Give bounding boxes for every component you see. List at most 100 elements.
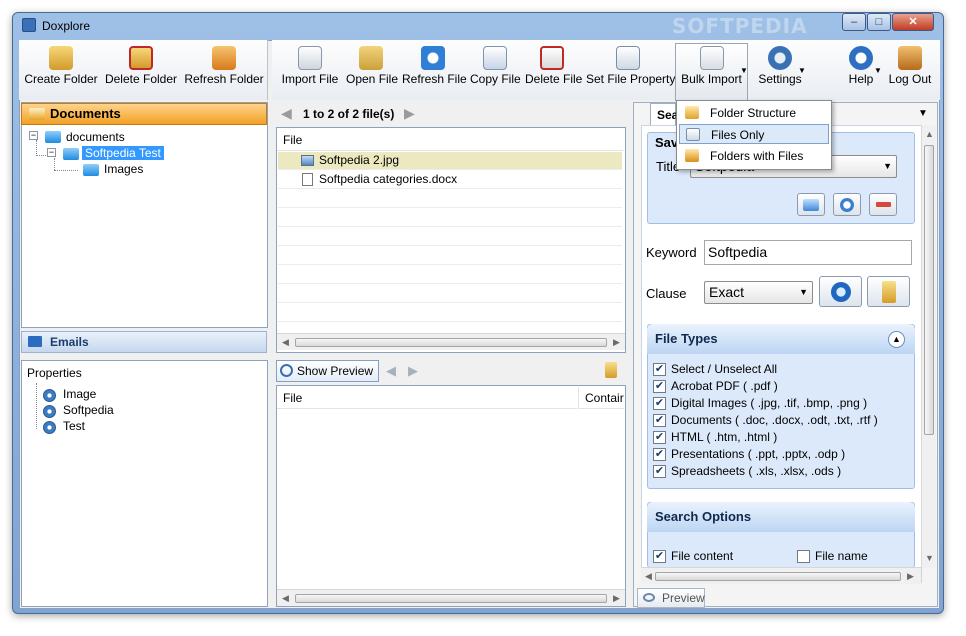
table-row[interactable]: Softpedia categories.docx — [278, 171, 622, 189]
checkbox-label: HTML ( .htm, .html ) — [671, 430, 778, 444]
scroll-right-icon[interactable]: ▶ — [907, 571, 914, 582]
clause-label: Clause — [646, 286, 687, 301]
prev-page-icon[interactable]: ◀ — [281, 105, 292, 122]
show-preview-button[interactable]: Show Preview — [276, 360, 379, 382]
property-icon — [43, 421, 56, 434]
file-column-header[interactable]: File — [277, 129, 623, 151]
checkbox-images[interactable]: ✔ — [653, 397, 666, 410]
collapse-icon[interactable]: ▲ — [888, 331, 905, 348]
table-row — [278, 228, 622, 246]
set-file-property-icon — [616, 46, 640, 70]
checkbox-html[interactable]: ✔ — [653, 431, 666, 444]
search-options-header[interactable]: Search Options — [647, 502, 915, 532]
menu-item-files-only[interactable]: Files Only — [679, 124, 829, 144]
checkbox-spreadsheets[interactable]: ✔ — [653, 465, 666, 478]
import-file-button[interactable]: Import File — [279, 44, 341, 96]
tree-expander[interactable]: − — [29, 131, 38, 140]
image-file-icon — [301, 155, 314, 166]
delete-folder-icon — [129, 46, 153, 70]
checkbox-label: Spreadsheets ( .xls, .xlsx, .ods ) — [671, 464, 842, 478]
panel-menu-icon[interactable]: ▼ — [918, 108, 928, 119]
search-horizontal-scrollbar[interactable]: ◀ ▶ — [641, 567, 921, 584]
preview-content-column-header[interactable]: Contair — [578, 387, 624, 409]
scroll-right-icon[interactable]: ▶ — [613, 593, 620, 604]
scroll-left-icon[interactable]: ◀ — [645, 571, 652, 582]
checkbox-documents[interactable]: ✔ — [653, 414, 666, 427]
plus-icon — [803, 199, 819, 211]
scrollbar-thumb[interactable] — [295, 594, 607, 603]
checkbox-select-all[interactable]: ✔ — [653, 363, 666, 376]
folder-icon — [29, 108, 45, 120]
tree-expander[interactable]: − — [47, 148, 56, 157]
delete-file-button[interactable]: Delete File — [525, 44, 582, 96]
file-grid-scrollbar[interactable]: ◀ ▶ — [277, 333, 625, 350]
emails-header[interactable]: Emails — [21, 331, 267, 353]
import-file-icon — [298, 46, 322, 70]
refresh-folder-button[interactable]: Refresh Folder — [184, 44, 264, 96]
close-button[interactable]: ✕ — [892, 13, 934, 31]
search-vertical-scrollbar[interactable]: ▲ ▼ — [921, 125, 936, 568]
preview-grid-scrollbar[interactable]: ◀ ▶ — [277, 589, 625, 606]
property-item[interactable]: Image — [63, 387, 96, 401]
tree-item-images[interactable]: Images — [104, 162, 143, 176]
create-folder-button[interactable]: Create Folder — [23, 44, 99, 96]
tab-preview[interactable]: Preview — [637, 588, 705, 608]
set-file-property-button[interactable]: Set File Property — [586, 44, 675, 96]
email-icon — [28, 336, 42, 347]
log-out-button[interactable]: Log Out — [886, 44, 934, 96]
open-file-icon — [359, 46, 383, 70]
folders-with-files-icon — [685, 149, 699, 162]
tab-search[interactable]: Sea — [650, 103, 678, 125]
saved-search-header: Sav — [655, 135, 679, 150]
copy-file-button[interactable]: Copy File — [470, 44, 521, 96]
add-saved-search-button[interactable] — [797, 193, 825, 216]
refresh-saved-search-button[interactable] — [833, 193, 861, 216]
tree-item-softpedia-test[interactable]: Softpedia Test — [82, 146, 164, 160]
tree-item-documents[interactable]: documents — [66, 130, 125, 144]
checkbox-file-content[interactable]: ✔ — [653, 550, 666, 563]
checkbox-presentations[interactable]: ✔ — [653, 448, 666, 461]
scrollbar-thumb[interactable] — [655, 572, 901, 581]
open-file-button[interactable]: Open File — [346, 44, 398, 96]
help-button[interactable]: Help ▼ — [840, 44, 882, 96]
checkbox-label: File content — [671, 549, 734, 563]
search-button[interactable] — [819, 276, 862, 307]
scroll-up-icon[interactable]: ▲ — [925, 129, 934, 139]
scroll-right-icon[interactable]: ▶ — [613, 337, 620, 348]
minimize-button[interactable]: – — [842, 13, 866, 31]
next-page-icon[interactable]: ▶ — [404, 105, 415, 122]
preview-file-column-header[interactable]: File — [277, 387, 577, 409]
delete-folder-button[interactable]: Delete Folder — [104, 44, 178, 96]
property-item[interactable]: Softpedia — [63, 403, 114, 417]
prev-preview-icon[interactable]: ◀ — [386, 363, 396, 379]
broom-icon[interactable] — [605, 362, 617, 378]
property-item[interactable]: Test — [63, 419, 85, 433]
document-file-icon — [302, 173, 313, 186]
maximize-button[interactable]: □ — [867, 13, 891, 31]
property-icon — [43, 405, 56, 418]
properties-pane — [21, 360, 268, 607]
remove-saved-search-button[interactable] — [869, 193, 897, 216]
checkbox-file-name[interactable] — [797, 550, 810, 563]
menu-item-folder-structure[interactable]: Folder Structure — [679, 103, 829, 123]
table-row[interactable]: Softpedia 2.jpg — [278, 152, 622, 170]
documents-header[interactable]: Documents — [21, 103, 267, 125]
file-types-header[interactable]: File Types — [647, 324, 915, 354]
refresh-file-button[interactable]: Refresh File — [402, 44, 467, 96]
menu-item-folders-with-files[interactable]: Folders with Files — [679, 146, 829, 166]
scrollbar-thumb[interactable] — [295, 338, 607, 347]
copy-file-icon — [483, 46, 507, 70]
scroll-left-icon[interactable]: ◀ — [282, 593, 289, 604]
scroll-left-icon[interactable]: ◀ — [282, 337, 289, 348]
clause-select[interactable]: Exact ▼ — [704, 281, 813, 304]
next-preview-icon[interactable]: ▶ — [408, 363, 418, 379]
settings-button[interactable]: Settings ▼ — [752, 44, 808, 96]
keyword-input[interactable]: Softpedia — [704, 240, 912, 265]
table-row — [278, 247, 622, 265]
clear-search-button[interactable] — [867, 276, 910, 307]
scrollbar-thumb[interactable] — [924, 145, 934, 435]
scroll-down-icon[interactable]: ▼ — [925, 553, 934, 563]
tree-connector — [54, 170, 78, 171]
bulk-import-button[interactable]: Bulk Import ▼ — [675, 43, 748, 101]
checkbox-pdf[interactable]: ✔ — [653, 380, 666, 393]
